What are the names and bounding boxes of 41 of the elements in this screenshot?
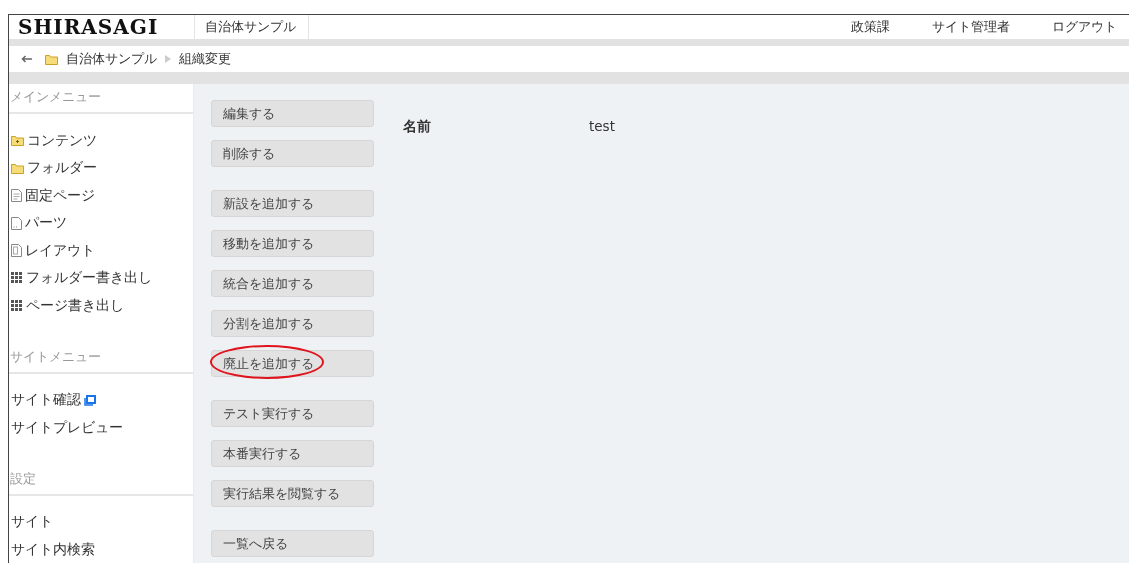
action-button[interactable]: 削除する: [211, 140, 374, 167]
action-button[interactable]: 分割を追加する: [211, 310, 374, 337]
action-button[interactable]: 編集する: [211, 100, 374, 127]
action-button[interactable]: 新設を追加する: [211, 190, 374, 217]
action-button[interactable]: 統合を追加する: [211, 270, 374, 297]
menu-item[interactable]: サイト: [11, 513, 53, 532]
menu-item[interactable]: コンテンツ: [27, 131, 97, 150]
header-link[interactable]: ログアウト: [1052, 15, 1117, 39]
folder-plus-icon: [11, 135, 24, 147]
menu-item[interactable]: フォルダー: [27, 159, 97, 178]
grid-icon: [11, 299, 23, 312]
menu-item[interactable]: サイトプレビュー: [11, 418, 123, 437]
back-arrow-icon: [21, 55, 33, 63]
chevron-icon: [165, 55, 171, 63]
action-button[interactable]: 一覧へ戻る: [211, 530, 374, 557]
action-button[interactable]: 移動を追加する: [211, 230, 374, 257]
folder-icon: [11, 162, 24, 174]
action-button[interactable]: 本番実行する: [211, 440, 374, 467]
field-label: 名前: [403, 118, 432, 136]
menu-item[interactable]: サイト内検索: [11, 540, 95, 559]
header-link[interactable]: 政策課: [851, 15, 890, 39]
menu-item[interactable]: パーツ: [25, 214, 67, 233]
header-link[interactable]: サイト管理者: [932, 15, 1010, 39]
menu-heading: メインメニュー: [9, 84, 193, 114]
menu-heading: サイトメニュー: [9, 343, 193, 374]
logo[interactable]: SHIRASAGI: [9, 15, 194, 39]
grid-icon: [11, 272, 23, 285]
menu-item[interactable]: サイト確認: [11, 391, 81, 410]
menu-heading: 設定: [9, 465, 193, 496]
menu-item[interactable]: レイアウト: [25, 241, 95, 260]
menu-item[interactable]: フォルダー書き出し: [26, 269, 152, 288]
field-value: test: [589, 118, 615, 136]
breadcrumb-link[interactable]: 組織変更: [179, 50, 231, 68]
action-button[interactable]: テスト実行する: [211, 400, 374, 427]
action-button[interactable]: 実行結果を閲覧する: [211, 480, 374, 507]
external-link-icon: [84, 394, 96, 406]
folder-icon: [45, 53, 58, 65]
menu-item[interactable]: 固定ページ: [25, 186, 95, 205]
breadcrumb-link[interactable]: 自治体サンプル: [66, 50, 157, 68]
site-tab[interactable]: 自治体サンプル: [194, 15, 309, 39]
menu-item[interactable]: ページ書き出し: [26, 296, 124, 315]
